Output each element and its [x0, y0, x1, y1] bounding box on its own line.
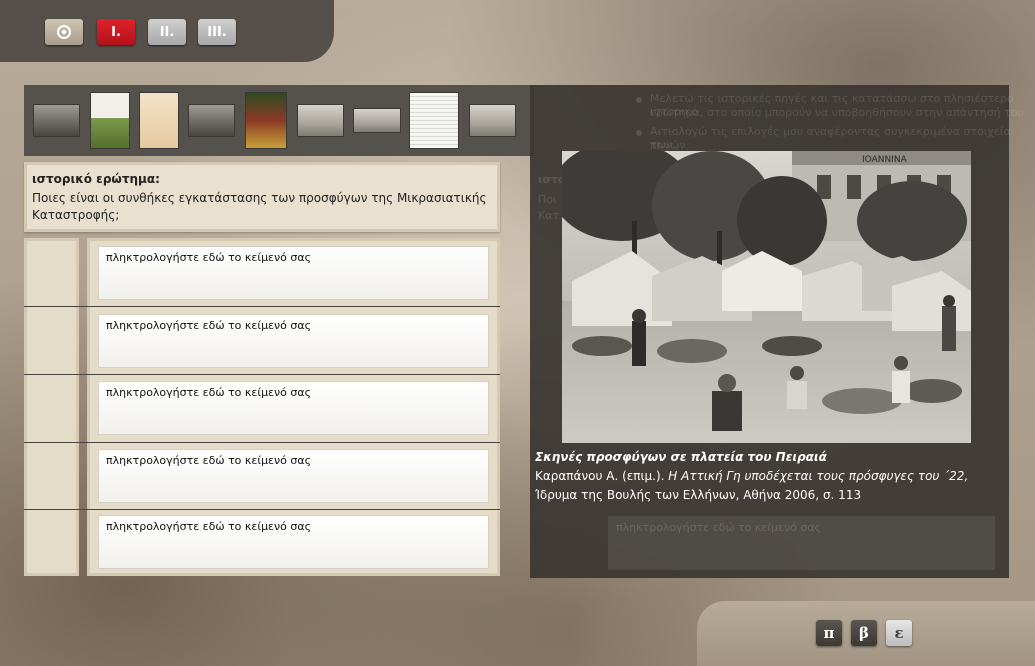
book-cover-thumbnail[interactable] — [140, 93, 178, 148]
building-sign: IOANNINA — [862, 155, 908, 165]
photo-thumbnail[interactable] — [34, 105, 79, 136]
pi-button[interactable]: π — [816, 620, 842, 646]
photo-thumbnail[interactable] — [189, 105, 234, 136]
bullet-icon — [636, 97, 642, 103]
source-publisher: Ίδρυμα της Βουλής των Ελλήνων, Αθήνα 200… — [535, 488, 862, 502]
photo-thumbnail[interactable] — [470, 105, 515, 136]
historical-question-box: ιστορικό ερώτημα: Ποιες είναι οι συνθήκε… — [24, 162, 500, 232]
tab-section-1[interactable]: I. — [97, 19, 135, 45]
tab-section-3[interactable]: III. — [198, 19, 236, 45]
source-photo: IOANNINA — [562, 151, 971, 443]
photo-thumbnail[interactable] — [354, 109, 400, 132]
caption-title: Σκηνές προσφύγων σε πλατεία του Πειραιά — [535, 450, 827, 464]
compass-icon — [57, 25, 71, 39]
instruction-text-line: ερώτημα, στο οποίο μπορούν να υποβοηθήσο… — [650, 106, 1028, 119]
home-button[interactable] — [45, 19, 83, 45]
photo-thumbnail[interactable] — [298, 105, 343, 136]
background-label: Ποι — [538, 193, 557, 206]
beta-button[interactable]: β — [851, 620, 877, 646]
epsilon-button[interactable]: ε — [886, 620, 912, 646]
background-label: Κατ — [538, 209, 560, 222]
tab-section-2[interactable]: II. — [148, 19, 186, 45]
answer-input-3[interactable]: πληκτρολογήστε εδώ το κείμενό σας — [99, 382, 488, 434]
sources-thumbnail-strip — [24, 85, 534, 156]
refugee-camp-photo: IOANNINA — [562, 151, 971, 443]
answer-input-2[interactable]: πληκτρολογήστε εδώ το κείμενό σας — [99, 315, 488, 367]
book-cover-thumbnail[interactable] — [246, 93, 286, 148]
table-row-divider — [24, 509, 500, 510]
instruction-text-line: Αιτιολογώ τις επιλογές μου αναφέροντας σ… — [650, 125, 1011, 151]
answer-input-1[interactable]: πληκτρολογήστε εδώ το κείμενό σας — [99, 247, 488, 299]
caption-source: Καραπάνου Α. (επιμ.). Η Αττική Γη υποδέχ… — [535, 467, 995, 486]
newspaper-thumbnail[interactable] — [410, 93, 458, 148]
source-title: Η Αττική Γη υποδέχεται τους πρόσφυγες το… — [668, 469, 969, 483]
answer-input-5[interactable]: πληκτρολογήστε εδώ το κείμενό σας — [99, 516, 488, 568]
background-answer-input: πληκτρολογήστε εδώ το κείμενό σας — [608, 516, 995, 570]
table-row-divider — [24, 374, 500, 375]
answer-table-label-column — [24, 238, 79, 576]
table-row-divider — [24, 442, 500, 443]
book-cover-thumbnail[interactable] — [91, 93, 129, 148]
question-text: Ποιες είναι οι συνθήκες εγκατάστασης των… — [32, 191, 487, 222]
answer-input-4[interactable]: πληκτρολογήστε εδώ το κείμενό σας — [99, 450, 488, 502]
question-title: ιστορικό ερώτημα: — [32, 172, 160, 186]
table-row-divider — [24, 306, 500, 307]
source-author: Καραπάνου Α. (επιμ.). — [535, 469, 669, 483]
bullet-icon — [636, 130, 642, 136]
photo-caption: Σκηνές προσφύγων σε πλατεία του Πειραιά … — [535, 448, 995, 508]
